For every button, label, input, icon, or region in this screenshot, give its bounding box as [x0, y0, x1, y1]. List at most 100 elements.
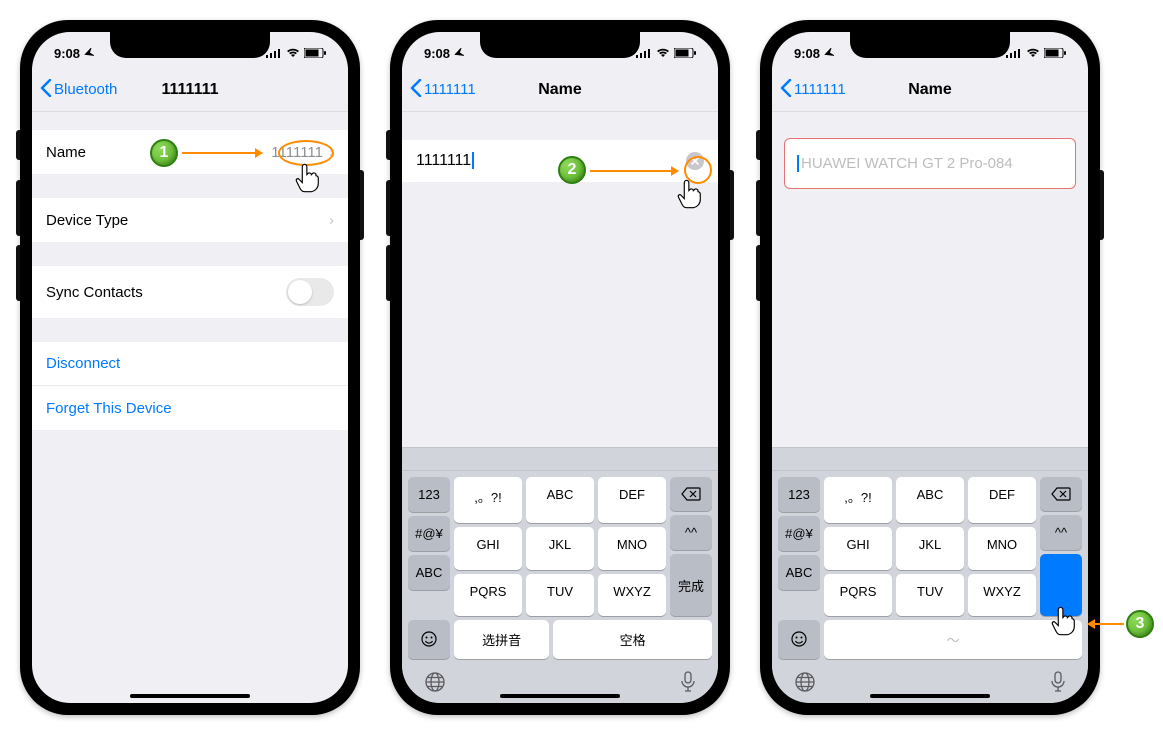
nav-bar: 1111111 Name	[402, 68, 718, 112]
nav-bar: Bluetooth 1111111	[32, 68, 348, 112]
name-input-value: 1111111	[416, 152, 471, 169]
chevron-left-icon	[410, 79, 422, 101]
name-input-highlighted[interactable]: HUAWEI WATCH GT 2 Pro-084	[784, 138, 1076, 189]
click-hand-icon-1	[294, 162, 322, 194]
back-button[interactable]: Bluetooth	[40, 79, 117, 101]
keyboard: 123 #@¥ ABC ,。?! ABC DEF GHI JKL MNO PQR…	[772, 447, 1088, 703]
arrow-2	[590, 170, 678, 172]
key-pqrs[interactable]: PQRS	[824, 574, 892, 616]
nav-title: Name	[538, 81, 582, 99]
step-badge-1: 1	[150, 139, 178, 167]
key-jkl[interactable]: JKL	[526, 527, 594, 569]
key-punct[interactable]: ,。?!	[454, 477, 522, 523]
arrow-3	[1088, 623, 1124, 625]
device-type-row[interactable]: Device Type ›	[32, 198, 348, 242]
phone-2: 9:08 1111111 Name 1111111	[390, 20, 730, 715]
step-badge-3: 3	[1126, 610, 1154, 638]
key-done[interactable]: 完成	[670, 554, 712, 616]
disconnect-label: Disconnect	[46, 355, 120, 372]
location-icon	[84, 48, 94, 58]
key-ghi[interactable]: GHI	[454, 527, 522, 569]
battery-icon	[674, 48, 696, 58]
key-backspace[interactable]	[670, 477, 712, 511]
signal-icon	[1006, 48, 1022, 58]
phone-1: 9:08 Bluetooth 1111111	[20, 20, 360, 715]
key-wxyz[interactable]: WXYZ	[598, 574, 666, 616]
location-icon	[824, 48, 834, 58]
key-emoji[interactable]	[778, 620, 820, 659]
key-punct[interactable]: ,。?!	[824, 477, 892, 523]
device-type-label: Device Type	[46, 212, 128, 229]
click-hand-icon-2	[676, 178, 704, 210]
key-space[interactable]: 空格	[553, 620, 712, 659]
kb-candidate-bar[interactable]	[402, 447, 718, 471]
key-tuv[interactable]: TUV	[896, 574, 964, 616]
key-mno[interactable]: MNO	[968, 527, 1036, 569]
key-123[interactable]: 123	[778, 477, 820, 512]
location-icon	[454, 48, 464, 58]
key-abc[interactable]: ABC	[526, 477, 594, 523]
back-label: 1111111	[794, 81, 846, 98]
notch	[110, 32, 270, 58]
key-symbols[interactable]: #@¥	[778, 516, 820, 551]
three-phone-tutorial: 9:08 Bluetooth 1111111	[20, 20, 1143, 715]
wifi-icon	[286, 48, 300, 58]
key-emoji[interactable]	[408, 620, 450, 659]
chevron-left-icon	[40, 79, 52, 101]
forget-device-row[interactable]: Forget This Device	[32, 386, 348, 430]
key-tuv[interactable]: TUV	[526, 574, 594, 616]
sync-contacts-row: Sync Contacts	[32, 266, 348, 318]
battery-icon	[304, 48, 326, 58]
status-time: 9:08	[424, 46, 450, 61]
click-hand-icon-3	[1050, 605, 1078, 637]
status-time: 9:08	[794, 46, 820, 61]
key-abc-mode[interactable]: ABC	[408, 555, 450, 590]
sync-contacts-toggle[interactable]	[286, 278, 334, 306]
key-select-pinyin[interactable]: 选拼音	[454, 620, 549, 659]
nav-title: Name	[908, 81, 952, 99]
back-button[interactable]: 1111111	[780, 79, 846, 101]
key-mno[interactable]: MNO	[598, 527, 666, 569]
name-input-placeholder: HUAWEI WATCH GT 2 Pro-084	[797, 155, 1013, 172]
key-123[interactable]: 123	[408, 477, 450, 512]
key-def[interactable]: DEF	[968, 477, 1036, 523]
key-symbols[interactable]: #@¥	[408, 516, 450, 551]
battery-icon	[1044, 48, 1066, 58]
home-indicator[interactable]	[500, 694, 620, 698]
forget-device-label: Forget This Device	[46, 400, 172, 417]
key-abc[interactable]: ABC	[896, 477, 964, 523]
nav-bar: 1111111 Name	[772, 68, 1088, 112]
notch	[850, 32, 1010, 58]
name-label: Name	[46, 144, 86, 161]
key-caret[interactable]: ^^	[670, 515, 712, 550]
wifi-icon	[1026, 48, 1040, 58]
key-def[interactable]: DEF	[598, 477, 666, 523]
back-label: Bluetooth	[54, 81, 117, 98]
key-ghi[interactable]: GHI	[824, 527, 892, 569]
signal-icon	[266, 48, 282, 58]
key-wxyz[interactable]: WXYZ	[968, 574, 1036, 616]
disconnect-row[interactable]: Disconnect	[32, 342, 348, 386]
key-squiggle[interactable]: ～	[824, 620, 1082, 659]
home-indicator[interactable]	[870, 694, 990, 698]
edit-content: HUAWEI WATCH GT 2 Pro-084	[772, 112, 1088, 189]
signal-icon	[636, 48, 652, 58]
mic-icon[interactable]	[680, 671, 696, 693]
sync-contacts-label: Sync Contacts	[46, 284, 143, 301]
key-abc-mode[interactable]: ABC	[778, 555, 820, 590]
chevron-left-icon	[780, 79, 792, 101]
globe-icon[interactable]	[794, 671, 816, 693]
chevron-right-icon: ›	[329, 212, 334, 229]
key-jkl[interactable]: JKL	[896, 527, 964, 569]
mic-icon[interactable]	[1050, 671, 1066, 693]
globe-icon[interactable]	[424, 671, 446, 693]
kb-candidate-bar[interactable]	[772, 447, 1088, 471]
key-pqrs[interactable]: PQRS	[454, 574, 522, 616]
wifi-icon	[656, 48, 670, 58]
back-button[interactable]: 1111111	[410, 79, 476, 101]
home-indicator[interactable]	[130, 694, 250, 698]
notch	[480, 32, 640, 58]
nav-title: 1111111	[162, 81, 219, 99]
key-caret[interactable]: ^^	[1040, 515, 1082, 550]
key-backspace[interactable]	[1040, 477, 1082, 511]
